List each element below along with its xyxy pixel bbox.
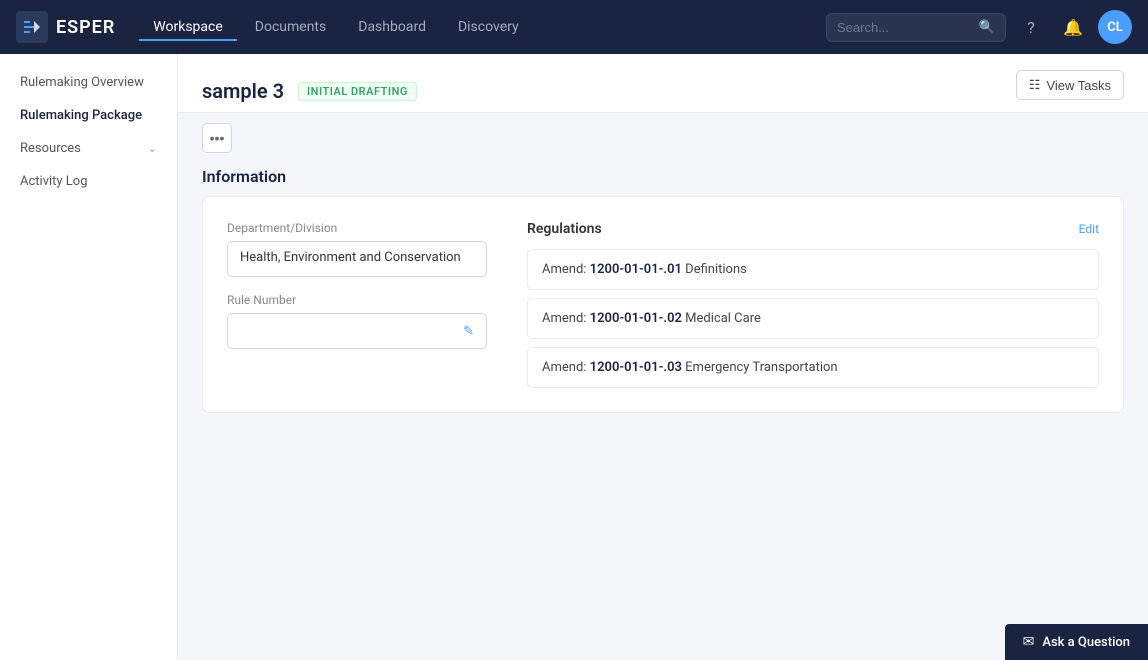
sidebar-label-activity-log: Activity Log <box>20 174 88 189</box>
page-header: sample 3 INITIAL DRAFTING ☷ View Tasks <box>178 54 1148 113</box>
page-title: sample 3 <box>202 79 284 103</box>
notifications-button[interactable]: 🔔 <box>1056 10 1090 44</box>
regulations-header: Regulations Edit <box>527 221 1099 237</box>
edit-rule-number-icon[interactable]: ✎ <box>463 324 474 339</box>
help-icon: ? <box>1027 18 1035 37</box>
sidebar-item-rulemaking-overview[interactable]: Rulemaking Overview <box>0 66 177 99</box>
rule-number-field[interactable]: ✎ <box>227 313 487 349</box>
more-options-button[interactable]: ••• <box>202 123 232 153</box>
status-badge: INITIAL DRAFTING <box>298 82 417 101</box>
sidebar-label-rulemaking-package: Rulemaking Package <box>20 108 142 123</box>
logo[interactable]: ESPER <box>16 11 115 43</box>
main-layout: Rulemaking Overview Rulemaking Package R… <box>0 54 1148 660</box>
info-left-column: Department/Division Health, Environment … <box>227 221 487 388</box>
tasks-icon: ☷ <box>1029 77 1041 93</box>
section-heading: Information <box>178 163 1148 196</box>
help-button[interactable]: ? <box>1014 10 1048 44</box>
rule-number-label: Rule Number <box>227 293 487 307</box>
nav-right: 🔍 ? 🔔 CL <box>826 10 1132 44</box>
nav-documents[interactable]: Documents <box>241 13 340 41</box>
regulation-code-3: 1200-01-01-.03 <box>590 360 682 375</box>
department-label: Department/Division <box>227 221 487 235</box>
logo-text: ESPER <box>56 17 115 38</box>
sidebar-item-resources[interactable]: Resources ⌄ <box>0 132 177 165</box>
nav-discovery[interactable]: Discovery <box>444 13 533 41</box>
search-input[interactable] <box>837 20 973 35</box>
more-options-bar: ••• <box>178 113 1148 163</box>
regulations-section: Regulations Edit Amend: 1200-01-01-.01 D… <box>527 221 1099 388</box>
view-tasks-label: View Tasks <box>1046 78 1111 93</box>
bell-icon: 🔔 <box>1063 18 1083 37</box>
regulations-title: Regulations <box>527 221 602 237</box>
department-value[interactable]: Health, Environment and Conservation <box>227 241 487 277</box>
esper-logo-icon <box>16 11 48 43</box>
sidebar-label-resources: Resources <box>20 141 81 156</box>
chevron-down-icon: ⌄ <box>148 142 157 155</box>
ask-question-button[interactable]: ✉ Ask a Question <box>1005 624 1148 660</box>
information-card: Department/Division Health, Environment … <box>202 196 1124 413</box>
nav-workspace[interactable]: Workspace <box>139 13 237 41</box>
regulation-prefix-3: Amend: <box>542 360 590 375</box>
regulation-suffix-1: Definitions <box>682 262 747 277</box>
search-icon: 🔍 <box>979 20 995 35</box>
regulation-item-3: Amend: 1200-01-01-.03 Emergency Transpor… <box>527 347 1099 388</box>
regulation-prefix-2: Amend: <box>542 311 590 326</box>
regulation-code-2: 1200-01-01-.02 <box>590 311 682 326</box>
main-content: sample 3 INITIAL DRAFTING ☷ View Tasks •… <box>178 54 1148 660</box>
regulation-item-1: Amend: 1200-01-01-.01 Definitions <box>527 249 1099 290</box>
sidebar: Rulemaking Overview Rulemaking Package R… <box>0 54 178 660</box>
nav-dashboard[interactable]: Dashboard <box>344 13 440 41</box>
regulation-suffix-3: Emergency Transportation <box>682 360 838 375</box>
regulation-code-1: 1200-01-01-.01 <box>590 262 682 277</box>
regulation-item-2: Amend: 1200-01-01-.02 Medical Care <box>527 298 1099 339</box>
avatar[interactable]: CL <box>1098 10 1132 44</box>
regulation-suffix-2: Medical Care <box>682 311 761 326</box>
regulations-edit-link[interactable]: Edit <box>1079 222 1099 236</box>
regulation-prefix-1: Amend: <box>542 262 590 277</box>
sidebar-item-rulemaking-package[interactable]: Rulemaking Package <box>0 99 177 132</box>
view-tasks-button[interactable]: ☷ View Tasks <box>1016 70 1124 100</box>
envelope-icon: ✉ <box>1023 634 1035 650</box>
search-box[interactable]: 🔍 <box>826 13 1006 42</box>
ellipsis-icon: ••• <box>210 130 225 146</box>
nav-links: Workspace Documents Dashboard Discovery <box>139 13 818 41</box>
top-nav: ESPER Workspace Documents Dashboard Disc… <box>0 0 1148 54</box>
ask-question-label: Ask a Question <box>1042 635 1130 650</box>
sidebar-label-rulemaking-overview: Rulemaking Overview <box>20 75 144 90</box>
sidebar-item-activity-log[interactable]: Activity Log <box>0 165 177 198</box>
